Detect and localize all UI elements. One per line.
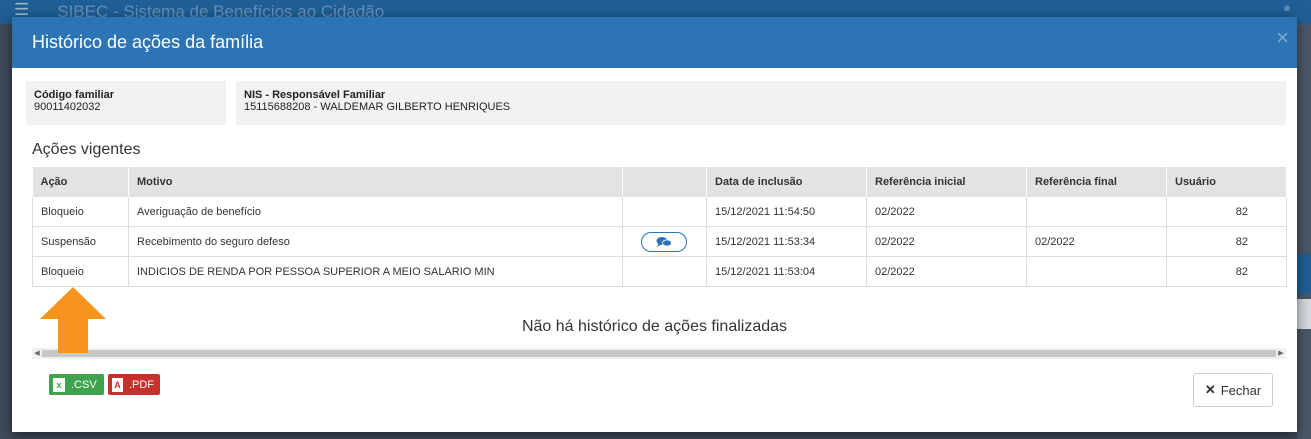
export-pdf-label: .PDF: [128, 378, 154, 391]
family-code-label: Código familiar: [34, 89, 115, 101]
cell-ref-inicial: 02/2022: [866, 256, 1027, 287]
cell-comment: [622, 256, 707, 287]
table-row: Bloqueio INDICIOS DE RENDA POR PESSOA SU…: [32, 256, 1287, 287]
arrow-up-icon: [40, 287, 106, 353]
cell-ref-final: [1026, 197, 1167, 227]
column-header-blank: [622, 167, 707, 197]
cell-motivo: Averiguação de benefício: [128, 197, 623, 227]
table-row: Suspensão Recebimento do seguro defeso 1…: [32, 226, 1287, 257]
family-code-value: 90011402032: [34, 101, 101, 113]
table-header-row: Ação Motivo Data de inclusão Referência …: [32, 167, 1287, 197]
cell-acao: Suspensão: [32, 226, 129, 257]
cell-motivo: INDICIOS DE RENDA POR PESSOA SUPERIOR A …: [128, 256, 623, 287]
comments-icon: [656, 236, 672, 247]
export-pdf-button[interactable]: A .PDF: [108, 374, 160, 395]
scroll-right-icon[interactable]: ▶: [1276, 348, 1286, 359]
horizontal-scrollbar[interactable]: ◀ ▶: [32, 348, 1286, 359]
family-info: Código familiar 90011402032 NIS - Respon…: [26, 81, 1286, 125]
cell-comment: [622, 197, 707, 227]
scrollbar-thumb[interactable]: [42, 350, 1276, 357]
column-header-motivo[interactable]: Motivo: [128, 167, 623, 197]
column-header-acao[interactable]: Ação: [32, 167, 129, 197]
cell-usuario: 82: [1166, 256, 1287, 287]
column-header-ref-final[interactable]: Referência final: [1026, 167, 1167, 197]
comments-button[interactable]: [641, 231, 687, 252]
export-csv-label: .CSV: [71, 378, 97, 391]
cell-ref-final: [1026, 256, 1167, 287]
modal-header: Histórico de ações da família ×: [12, 17, 1297, 68]
family-code-box: Código familiar 90011402032: [26, 81, 226, 125]
cell-ref-inicial: 02/2022: [866, 197, 1027, 227]
table-row: Bloqueio Averiguação de benefício 15/12/…: [32, 197, 1287, 227]
close-button-label: Fechar: [1220, 382, 1262, 398]
cell-usuario: 82: [1166, 197, 1287, 227]
column-header-ref-inicial[interactable]: Referência inicial: [866, 167, 1027, 197]
cell-data: 15/12/2021 11:54:50: [706, 197, 867, 227]
cell-data: 15/12/2021 11:53:34: [706, 226, 867, 257]
column-header-data-inclusao[interactable]: Data de inclusão: [706, 167, 867, 197]
cell-ref-final: 02/2022: [1026, 226, 1167, 257]
section-title: Ações vigentes: [32, 141, 141, 158]
export-csv-button[interactable]: x .CSV: [49, 374, 104, 395]
user-icon: ●: [1283, 0, 1291, 15]
cell-acao: Bloqueio: [32, 256, 129, 287]
family-history-modal: Histórico de ações da família × Código f…: [12, 17, 1297, 432]
pdf-file-icon: A: [112, 377, 123, 392]
background-element: [1297, 254, 1311, 294]
cell-motivo: Recebimento do seguro defeso: [128, 226, 623, 257]
nis-label: NIS - Responsável Familiar: [244, 89, 386, 101]
close-button[interactable]: ✕ Fechar: [1193, 373, 1273, 407]
background-page-edge: [1297, 24, 1311, 439]
column-header-usuario[interactable]: Usuário: [1166, 167, 1287, 197]
csv-file-icon: x: [53, 377, 65, 392]
cell-usuario: 82: [1166, 226, 1287, 257]
cell-ref-inicial: 02/2022: [866, 226, 1027, 257]
cell-data: 15/12/2021 11:53:04: [706, 256, 867, 287]
modal-title: Histórico de ações da família: [32, 32, 264, 52]
cell-acao: Bloqueio: [32, 197, 129, 227]
actions-table: Ação Motivo Data de inclusão Referência …: [32, 167, 1287, 287]
nis-value: 15115688208 - WALDEMAR GILBERTO HENRIQUE…: [244, 101, 511, 113]
nis-box: NIS - Responsável Familiar 15115688208 -…: [236, 81, 1286, 125]
background-element: [1297, 299, 1311, 329]
no-history-message: Não há histórico de ações finalizadas: [521, 318, 788, 335]
times-icon: ✕: [1204, 382, 1216, 397]
cell-comment: [622, 226, 707, 257]
close-icon[interactable]: ×: [1276, 27, 1289, 49]
